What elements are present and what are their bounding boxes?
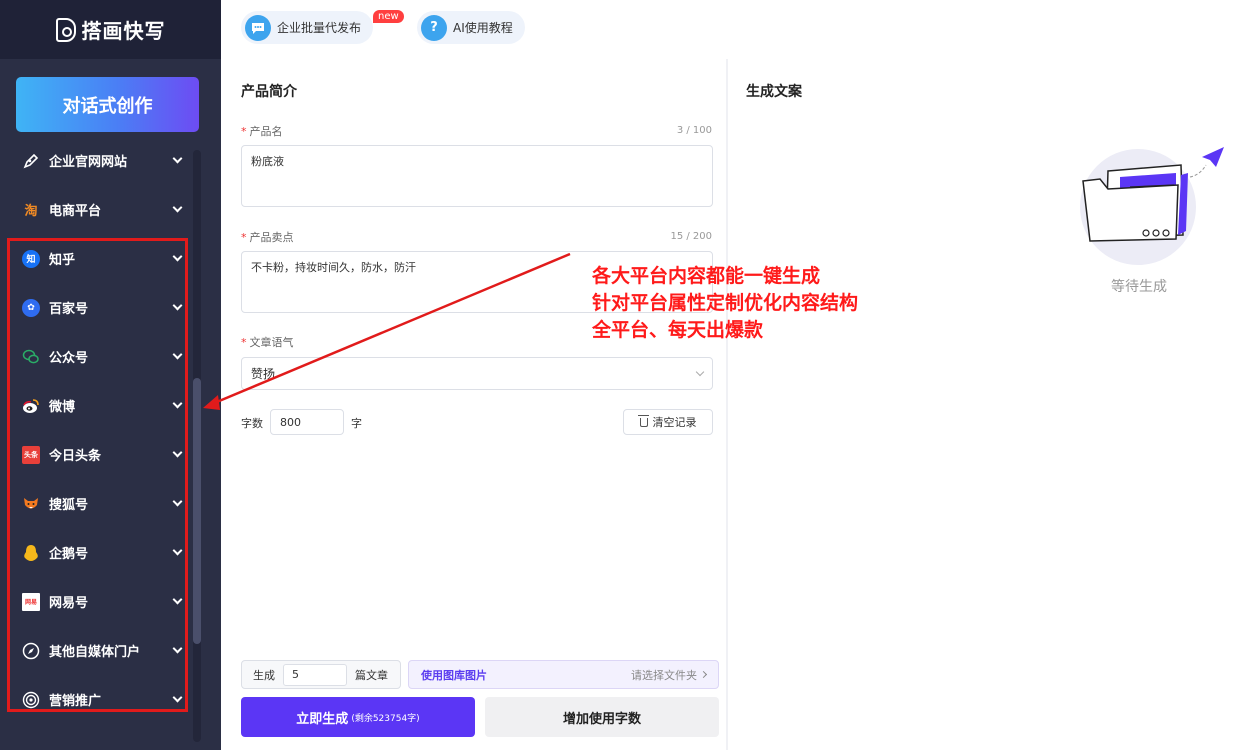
- annotation-line-2: 针对平台属性定制优化内容结构: [592, 292, 859, 314]
- annotation-arrow: [203, 252, 571, 410]
- annotation-line-1: 各大平台内容都能一键生成: [592, 265, 821, 287]
- annotation-text: 各大平台内容都能一键生成 针对平台属性定制优化内容结构 全平台、每天出爆款: [592, 263, 858, 344]
- annotation-line-3: 全平台、每天出爆款: [592, 319, 764, 341]
